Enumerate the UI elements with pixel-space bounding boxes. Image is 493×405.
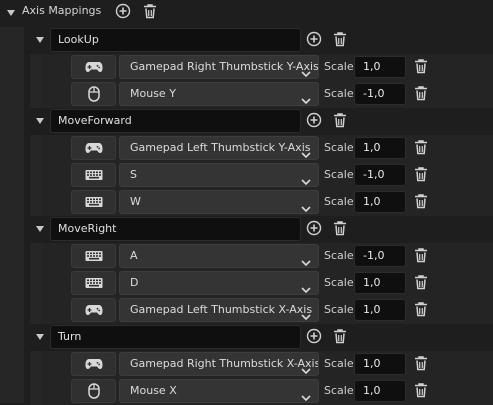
chevron-down-icon xyxy=(301,199,311,213)
chevron-down-icon xyxy=(301,361,311,375)
delete-axis-icon[interactable] xyxy=(333,220,351,238)
scale-input[interactable]: -1,0 xyxy=(354,245,406,267)
section-title: Axis Mappings xyxy=(22,4,102,17)
group-expand-toggle[interactable] xyxy=(36,37,44,43)
scale-label: Scale xyxy=(324,357,354,370)
axis-name-field[interactable]: Turn xyxy=(50,325,301,349)
key-selector-button[interactable] xyxy=(71,271,116,295)
delete-axis-icon[interactable] xyxy=(333,328,351,346)
scale-label: Scale xyxy=(324,303,354,316)
key-selector-button[interactable] xyxy=(71,163,116,187)
key-dropdown[interactable]: S xyxy=(119,163,319,187)
key-selector-button[interactable] xyxy=(71,244,116,268)
chevron-down-icon xyxy=(301,145,311,159)
key-dropdown[interactable]: Mouse X xyxy=(119,379,319,403)
scale-label: Scale xyxy=(324,87,354,100)
chevron-down-icon xyxy=(301,388,311,402)
delete-axis-icon[interactable] xyxy=(333,31,351,49)
delete-axis-icon[interactable] xyxy=(333,112,351,130)
scale-input[interactable]: -1,0 xyxy=(354,164,406,186)
scale-input[interactable]: 1,0 xyxy=(354,353,406,375)
add-key-icon[interactable] xyxy=(306,220,324,238)
key-dropdown[interactable]: Gamepad Left Thumbstick Y-Axis xyxy=(119,136,319,160)
group-expand-toggle[interactable] xyxy=(36,226,44,232)
scale-input[interactable]: 1,0 xyxy=(354,299,406,321)
group-expand-toggle[interactable] xyxy=(36,118,44,124)
chevron-down-icon xyxy=(301,307,311,321)
key-dropdown-value: Gamepad Left Thumbstick Y-Axis xyxy=(130,141,311,154)
key-selector-button[interactable] xyxy=(71,352,116,376)
scale-input[interactable]: -1,0 xyxy=(354,83,406,105)
chevron-down-icon xyxy=(301,172,311,186)
key-dropdown-value: A xyxy=(130,249,138,262)
delete-key-icon[interactable] xyxy=(414,301,432,319)
delete-key-icon[interactable] xyxy=(414,58,432,76)
scale-label: Scale xyxy=(324,276,354,289)
key-selector-button[interactable] xyxy=(71,190,116,214)
section-expand-toggle[interactable] xyxy=(7,10,15,16)
scale-label: Scale xyxy=(324,168,354,181)
gutter-outer xyxy=(0,27,24,403)
key-selector-button[interactable] xyxy=(71,55,116,79)
scale-input[interactable]: 1,0 xyxy=(354,191,406,213)
key-dropdown-value: S xyxy=(130,168,137,181)
key-dropdown[interactable]: Gamepad Right Thumbstick X-Axis xyxy=(119,352,319,376)
key-dropdown-value: Gamepad Right Thumbstick X-Axis xyxy=(130,357,319,370)
scale-input[interactable]: 1,0 xyxy=(354,137,406,159)
key-selector-button[interactable] xyxy=(71,379,116,403)
scale-input[interactable]: 1,0 xyxy=(354,380,406,402)
delete-key-icon[interactable] xyxy=(414,85,432,103)
add-key-icon[interactable] xyxy=(306,328,324,346)
delete-key-icon[interactable] xyxy=(414,139,432,157)
gutter-inner xyxy=(30,351,42,405)
key-dropdown-value: Mouse X xyxy=(130,384,177,397)
scale-input[interactable]: 1,0 xyxy=(354,272,406,294)
key-dropdown-value: Gamepad Right Thumbstick Y-Axis xyxy=(130,60,319,73)
delete-key-icon[interactable] xyxy=(414,166,432,184)
delete-key-icon[interactable] xyxy=(414,382,432,400)
gutter-inner xyxy=(30,135,42,216)
scale-input[interactable]: 1,0 xyxy=(354,56,406,78)
scale-label: Scale xyxy=(324,249,354,262)
key-dropdown-value: W xyxy=(130,195,141,208)
add-axis-mapping-icon[interactable] xyxy=(115,3,133,21)
scale-label: Scale xyxy=(324,141,354,154)
add-key-icon[interactable] xyxy=(306,31,324,49)
delete-all-mappings-icon[interactable] xyxy=(143,3,161,21)
delete-key-icon[interactable] xyxy=(414,355,432,373)
scale-label: Scale xyxy=(324,60,354,73)
scale-label: Scale xyxy=(324,384,354,397)
key-dropdown[interactable]: Gamepad Right Thumbstick Y-Axis xyxy=(119,55,319,79)
delete-key-icon[interactable] xyxy=(414,274,432,292)
axis-name-field[interactable]: MoveForward xyxy=(50,109,301,133)
key-dropdown[interactable]: Gamepad Left Thumbstick X-Axis xyxy=(119,298,319,322)
chevron-down-icon xyxy=(301,253,311,267)
delete-key-icon[interactable] xyxy=(414,247,432,265)
chevron-down-icon xyxy=(301,64,311,78)
delete-key-icon[interactable] xyxy=(414,193,432,211)
key-selector-button[interactable] xyxy=(71,298,116,322)
axis-name-field[interactable]: MoveRight xyxy=(50,217,301,241)
key-dropdown-value: Gamepad Left Thumbstick X-Axis xyxy=(130,303,313,316)
key-selector-button[interactable] xyxy=(71,136,116,160)
key-dropdown-value: Mouse Y xyxy=(130,87,176,100)
add-key-icon[interactable] xyxy=(306,112,324,130)
key-dropdown[interactable]: W xyxy=(119,190,319,214)
key-dropdown-value: D xyxy=(130,276,139,289)
gutter-inner xyxy=(30,54,42,108)
gutter-inner xyxy=(30,243,42,324)
chevron-down-icon xyxy=(301,91,311,105)
chevron-down-icon xyxy=(301,280,311,294)
key-dropdown[interactable]: Mouse Y xyxy=(119,82,319,106)
group-expand-toggle[interactable] xyxy=(36,334,44,340)
key-selector-button[interactable] xyxy=(71,82,116,106)
axis-name-field[interactable]: LookUp xyxy=(50,28,301,52)
key-dropdown[interactable]: A xyxy=(119,244,319,268)
scale-label: Scale xyxy=(324,195,354,208)
key-dropdown[interactable]: D xyxy=(119,271,319,295)
